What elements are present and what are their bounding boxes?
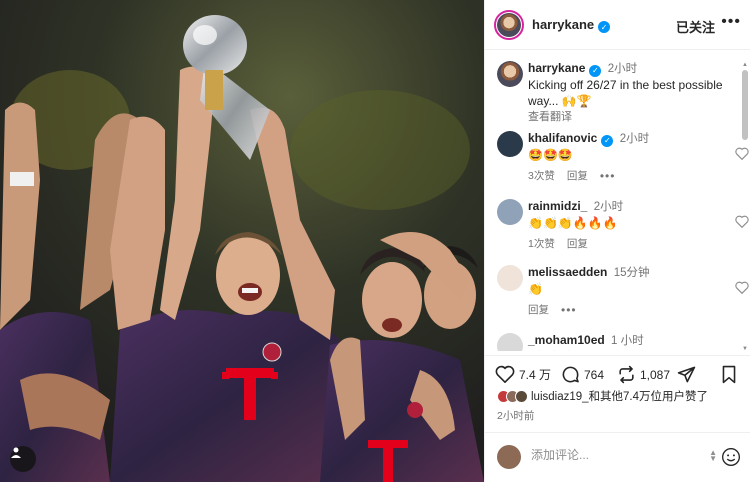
author-name-wrap: harrykane ✓ [532, 16, 611, 34]
comment-text: 👏👏👏🔥🔥🔥 [528, 216, 618, 230]
scroll-down-arrow-icon[interactable]: ▼ [742, 346, 748, 352]
emoji-icon[interactable] [721, 447, 741, 467]
bookmark-icon [722, 365, 736, 384]
comment-like-count[interactable]: 3次赞 [528, 168, 555, 184]
comments-scrollbar[interactable]: ▲ ▼ [742, 62, 748, 352]
tagged-users-button[interactable] [10, 446, 36, 472]
see-translation-link[interactable]: 查看翻译 [528, 109, 738, 125]
heart-icon [495, 365, 515, 383]
comment-username[interactable]: _moham10ed [528, 333, 605, 347]
more-options-icon[interactable]: ••• [721, 13, 741, 31]
post-header: harrykane ✓ 已关注 ••• [485, 0, 750, 50]
post-photo [0, 0, 484, 482]
following-button[interactable]: 已关注 [676, 17, 715, 36]
comment-avatar[interactable] [497, 131, 523, 157]
viewer-avatar [497, 445, 521, 469]
liker-avatar [515, 389, 528, 403]
comments-list[interactable]: harrykane ✓ 2小时 Kicking off 26/27 in the … [485, 51, 750, 351]
comment-username[interactable]: khalifanovic [528, 131, 597, 145]
comment-button[interactable]: 764 [561, 365, 604, 384]
reply-button[interactable]: 回复 [567, 236, 588, 252]
comment-time: 2小时 [593, 201, 624, 213]
repost-button[interactable]: 1,087 [617, 365, 670, 384]
comment-text: 👏👏👏 [528, 349, 738, 351]
author-username[interactable]: harrykane [532, 17, 594, 32]
share-count: 1,087 [640, 367, 671, 382]
likes-summary[interactable]: luisdiaz19_和其他7.4万位用户赞了 [497, 388, 708, 404]
comment-more-icon[interactable]: ••• [600, 168, 616, 184]
comment-text: 🤩🤩🤩 [528, 148, 573, 162]
sort-arrows-icon[interactable]: ▲ ▼ [709, 449, 717, 463]
comment-text: 👏 [528, 282, 543, 296]
celebration-photo [0, 0, 484, 482]
caption-avatar[interactable] [497, 61, 523, 87]
comment-username[interactable]: melissaedden [528, 265, 607, 279]
comment-time: 2小时 [619, 133, 650, 145]
posted-time[interactable]: 2小时前 [497, 408, 534, 423]
verified-badge-icon: ✓ [589, 65, 602, 77]
person-icon [11, 447, 21, 458]
verified-badge-icon: ✓ [601, 135, 614, 147]
likes-text[interactable]: luisdiaz19_和其他7.4万位用户赞了 [531, 388, 708, 404]
comment-avatar[interactable] [497, 199, 523, 225]
speech-bubble-icon [562, 366, 579, 383]
reply-button[interactable]: 回复 [528, 302, 549, 318]
comment-username[interactable]: rainmidzi_ [528, 199, 587, 213]
reply-button[interactable]: 回复 [567, 168, 588, 184]
caption-username[interactable]: harrykane [528, 61, 585, 75]
add-comment-input[interactable] [531, 448, 691, 462]
comment-like-count[interactable]: 1次赞 [528, 236, 555, 252]
comment-time: 1 小时 [611, 335, 644, 347]
comment-composer: ▲▼ [485, 432, 750, 482]
comment-avatar[interactable] [497, 265, 523, 291]
send-button[interactable] [677, 365, 700, 384]
author-avatar[interactable] [494, 9, 524, 40]
caption-time: 2小时 [607, 63, 638, 75]
like-count: 7.4 万 [519, 367, 552, 382]
repost-icon [619, 365, 634, 384]
comment-count: 764 [584, 367, 605, 382]
scrollbar-thumb[interactable] [742, 70, 748, 140]
comment-avatar[interactable] [497, 333, 523, 351]
verified-badge-icon: ✓ [598, 21, 611, 33]
save-button[interactable] [721, 365, 741, 384]
comment-more-icon[interactable]: ••• [561, 302, 577, 318]
liker-avatars [497, 389, 528, 403]
scroll-up-arrow-icon[interactable]: ▲ [742, 62, 748, 68]
caption-text: Kicking off 26/27 in the best possible w… [528, 78, 723, 108]
paper-plane-icon [677, 366, 696, 383]
post-detail-panel: harrykane ✓ 已关注 ••• harrykane ✓ 2小时 Kickin… [484, 0, 750, 482]
like-button[interactable]: 7.4 万 [495, 365, 551, 383]
comment-time: 15分钟 [613, 267, 650, 279]
